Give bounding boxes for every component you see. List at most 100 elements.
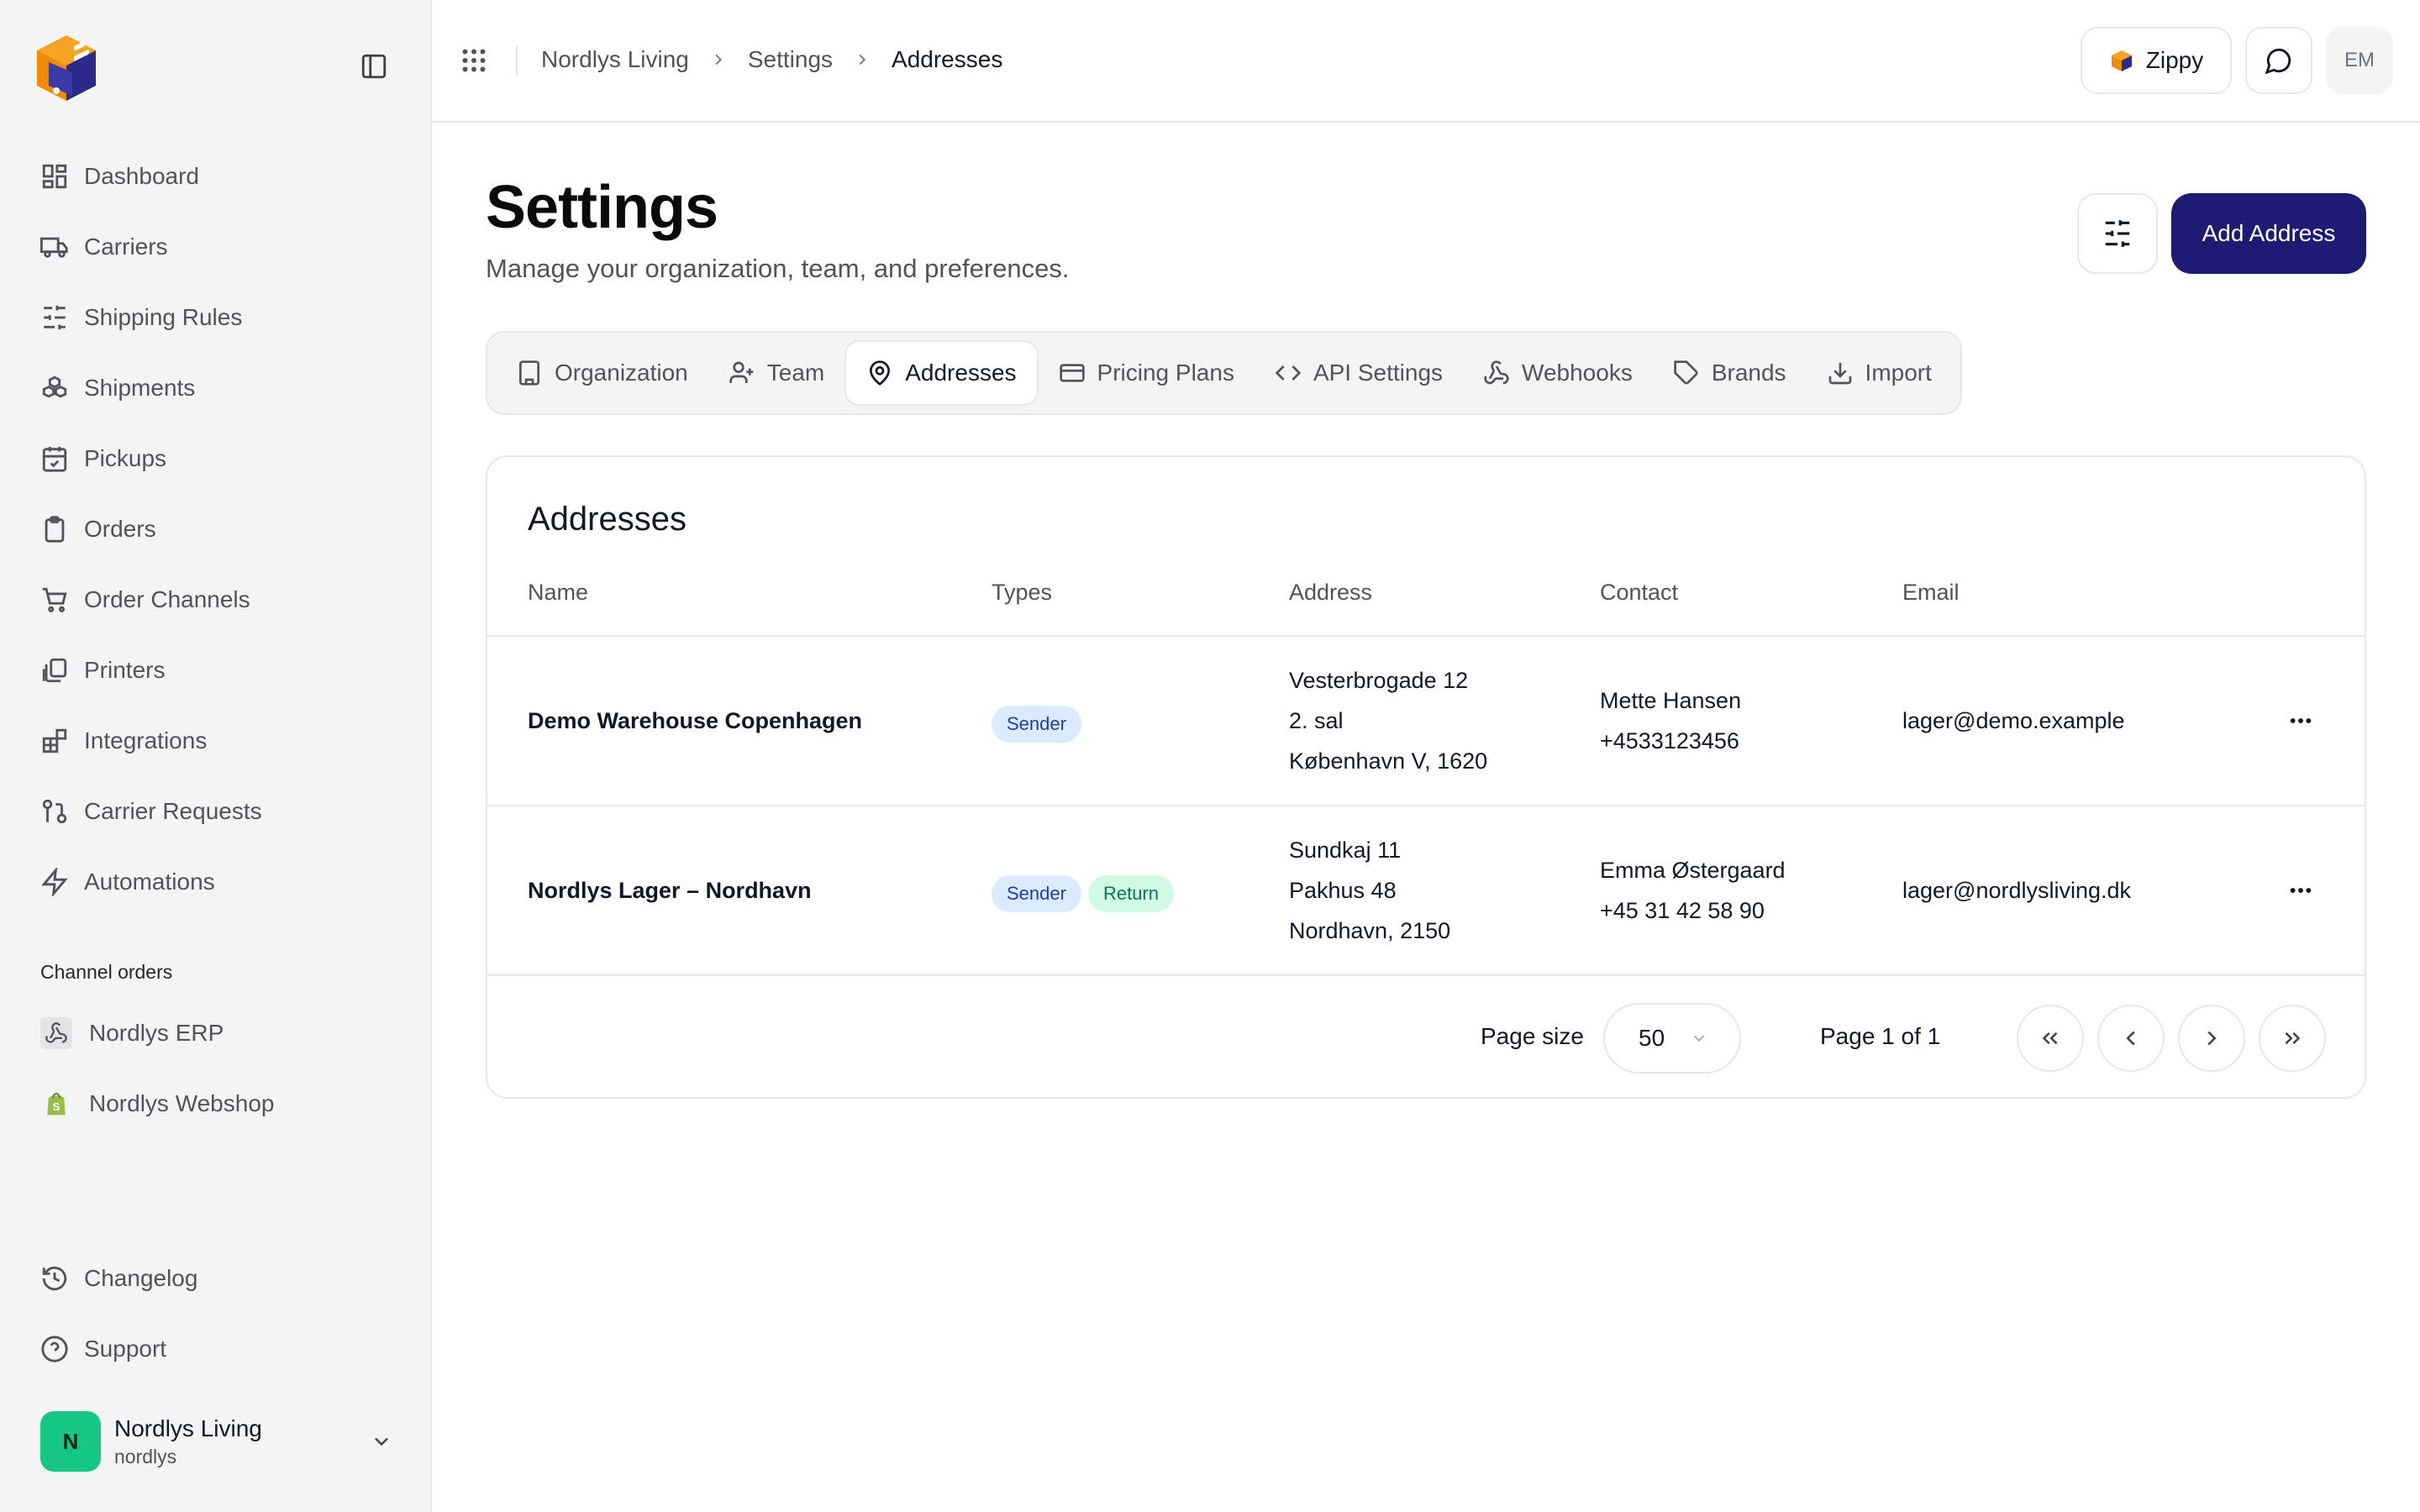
divider [516,45,518,76]
tab-label: Brands [1711,360,1786,386]
chevron-down-icon [1690,1029,1708,1047]
address-line: Nordhavn, 2150 [1289,918,1451,943]
tab-label: Webhooks [1522,360,1633,386]
credit-card-icon [1059,360,1086,386]
nav-dashboard[interactable]: Dashboard [40,141,410,212]
nav-carriers[interactable]: Carriers [40,212,410,282]
tab-addresses[interactable]: Addresses [844,340,1039,406]
nav-label: Carriers [84,234,168,260]
more-horizontal-icon[interactable] [2287,877,2314,904]
user-avatar[interactable]: EM [2326,27,2393,94]
nav-pickups[interactable]: Pickups [40,423,410,494]
tag-icon [1673,360,1700,386]
org-slug: nordlys [114,1445,177,1467]
tab-api-settings[interactable]: API Settings [1255,340,1463,406]
nav-order-channels[interactable]: Order Channels [40,564,410,635]
download-icon [1827,360,1854,386]
chevrons-right-icon [2280,1026,2305,1051]
clipboard-icon [40,515,69,543]
nav-label: Carrier Requests [84,798,262,824]
table-row[interactable]: Demo Warehouse Copenhagen Sender Vesterb… [487,635,2365,805]
address-line: 2. sal [1289,708,1344,733]
tab-team[interactable]: Team [708,340,844,406]
history-icon [40,1264,69,1293]
status-badge: Sender [992,875,1081,912]
first-page-button[interactable] [2017,1005,2084,1072]
user-plus-icon [729,360,755,386]
nav-label: Printers [84,657,166,683]
channel-label: Nordlys Webshop [89,1090,275,1116]
address-contact: Mette Hansen +4533123456 [1600,680,1741,761]
tab-brands[interactable]: Brands [1653,340,1807,406]
page-size-label: Page size [1481,1023,1584,1049]
calendar-check-icon [40,444,69,473]
nav-printers[interactable]: Printers [40,635,410,706]
tab-pricing-plans[interactable]: Pricing Plans [1039,340,1255,406]
nav-carrier-requests[interactable]: Carrier Requests [40,776,410,847]
building-icon [516,360,543,386]
zippy-logo-icon [2109,48,2134,73]
nav-label: Order Channels [84,586,250,612]
nav-shipments[interactable]: Shipments [40,353,410,423]
copy-icon [40,656,69,685]
dashboard-icon [40,162,69,191]
sliders-horizontal-icon [2102,218,2133,249]
prev-page-button[interactable] [2097,1005,2165,1072]
tab-organization[interactable]: Organization [496,340,708,406]
nav-integrations[interactable]: Integrations [40,706,410,776]
page-indicator: Page 1 of 1 [1820,1023,1941,1049]
org-avatar: N [40,1411,101,1472]
sliders-icon [40,303,69,332]
nav-label: Shipments [84,375,196,401]
sidebar: Dashboard Carriers Shipping Rules Shipme… [0,0,432,1512]
chevron-right-icon [853,50,871,69]
table-row[interactable]: Nordlys Lager – Nordhavn Sender Return Su… [487,805,2365,974]
filter-button[interactable] [2077,193,2158,274]
app-logo[interactable] [29,29,104,104]
zap-icon [40,868,69,896]
column-header-contact: Contact [1600,580,1679,605]
contact-name: Mette Hansen [1600,688,1742,713]
address-name: Demo Warehouse Copenhagen [528,708,863,733]
footer-nav: Changelog Support [40,1243,410,1384]
status-badge: Sender [992,706,1081,743]
chevron-left-icon [2118,1026,2144,1051]
address-line: Sundkaj 11 [1289,837,1402,863]
page-size-select[interactable]: 50 [1603,1003,1741,1074]
page-size-value: 50 [1639,1025,1665,1051]
channel-nordlys-erp[interactable]: Nordlys ERP [40,998,410,1068]
column-header-email: Email [1902,580,1960,605]
zippy-button[interactable]: Zippy [2081,27,2232,94]
next-page-button[interactable] [2178,1005,2245,1072]
breadcrumb-org[interactable]: Nordlys Living [541,46,689,73]
nav-label: Integrations [84,727,208,753]
addresses-title: Addresses [528,501,687,538]
breadcrumb-settings[interactable]: Settings [748,46,833,73]
address-lines: Vesterbrogade 12 2. sal København V, 162… [1289,660,1487,781]
org-switcher[interactable]: N Nordlys Living nordlys [40,1411,393,1472]
tab-webhooks[interactable]: Webhooks [1463,340,1653,406]
nav-shipping-rules[interactable]: Shipping Rules [40,282,410,353]
sidebar-toggle-icon[interactable] [360,52,388,81]
zippy-label: Zippy [2145,47,2204,73]
apps-grid-icon[interactable] [459,45,489,76]
webhook-icon [40,1017,72,1049]
git-pull-request-icon [40,797,69,826]
nav-support[interactable]: Support [40,1314,410,1384]
cart-icon [40,585,69,614]
add-address-button[interactable]: Add Address [2171,193,2366,274]
breadcrumb-current: Addresses [892,46,1003,72]
nav-changelog[interactable]: Changelog [40,1243,410,1314]
channel-nordlys-webshop[interactable]: S Nordlys Webshop [40,1068,410,1139]
message-circle-icon [2265,46,2293,75]
more-horizontal-icon[interactable] [2287,707,2314,734]
last-page-button[interactable] [2259,1005,2326,1072]
address-contact: Emma Østergaard +45 31 42 58 90 [1600,850,1786,931]
column-header-types: Types [992,580,1053,605]
nav-label: Pickups [84,445,167,471]
tab-import[interactable]: Import [1807,340,1952,406]
chat-button[interactable] [2245,27,2312,94]
nav-automations[interactable]: Automations [40,847,410,917]
nav-orders[interactable]: Orders [40,494,410,564]
help-circle-icon [40,1335,69,1363]
